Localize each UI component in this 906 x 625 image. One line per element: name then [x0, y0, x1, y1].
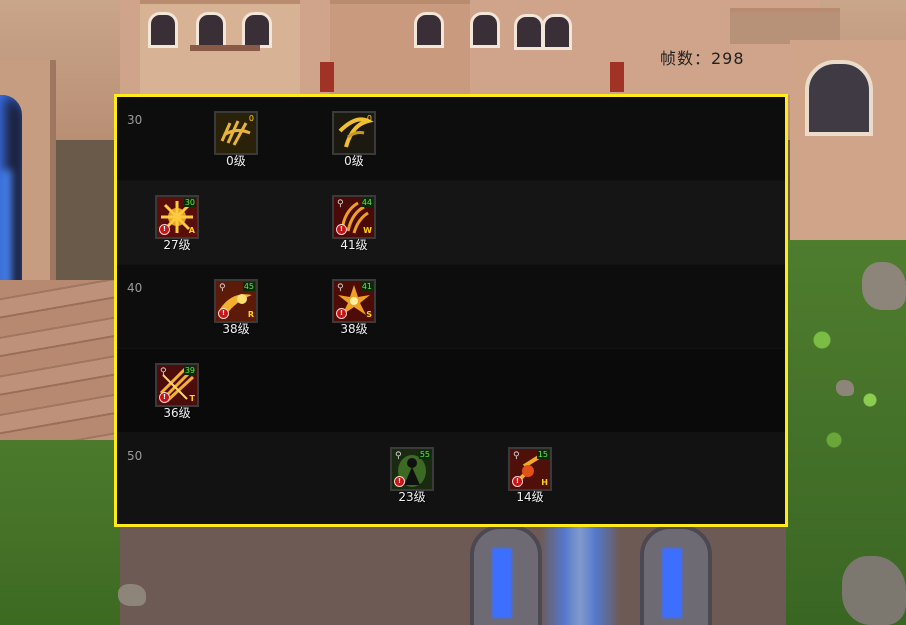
- fps-counter: 帧数：298: [660, 49, 745, 68]
- hotkey-label: H: [541, 478, 548, 487]
- row-level-label: 40: [127, 281, 143, 295]
- warning-icon: !: [159, 224, 170, 235]
- fire-strike-skill-icon: ⚲ 15 ! H: [508, 447, 552, 491]
- fire-wave-skill-icon: ⚲ 45 ! R: [214, 279, 258, 323]
- skill-slot[interactable]: ⚲ 41 ! S 38级: [332, 279, 376, 337]
- skill-level: 0级: [226, 154, 246, 168]
- claw-skill-icon: 0: [214, 111, 258, 155]
- skill-row: [117, 349, 785, 432]
- lock-icon: ⚲: [337, 199, 344, 209]
- skill-slot[interactable]: 0 0级: [214, 111, 258, 169]
- skill-level: 36级: [163, 406, 191, 420]
- skill-level: 38级: [222, 322, 250, 336]
- row-level-label: 30: [127, 113, 143, 127]
- row-level-label: 50: [127, 449, 143, 463]
- required-level: 41: [360, 282, 373, 291]
- warning-icon: !: [159, 392, 170, 403]
- skill-slot[interactable]: 0 0级: [332, 111, 376, 169]
- fire-blades-skill-icon: ⚲ 39 ! T: [155, 363, 199, 407]
- skill-row-50: 50: [117, 433, 785, 524]
- spirit-skill-icon: ⚲ 55 !: [390, 447, 434, 491]
- lock-icon: ⚲: [160, 367, 167, 377]
- skill-slot[interactable]: ⚲ 45 ! R 38级: [214, 279, 258, 337]
- required-level: 0: [248, 114, 254, 123]
- skill-level: 14级: [516, 490, 544, 504]
- required-level: 39: [183, 366, 196, 375]
- skill-level: 27级: [163, 238, 191, 252]
- hotkey-label: T: [189, 394, 195, 403]
- skill-level: 38级: [340, 322, 368, 336]
- lock-icon: ⚲: [513, 451, 520, 461]
- skill-level: 23级: [398, 490, 426, 504]
- hotkey-label: A: [188, 226, 195, 235]
- hotkey-label: R: [247, 310, 254, 319]
- required-level: 15: [536, 450, 549, 459]
- hotkey-label: S: [366, 310, 372, 319]
- warning-icon: !: [218, 308, 229, 319]
- lock-icon: ⚲: [219, 283, 226, 293]
- skill-slot[interactable]: 30 ! A 27级: [155, 195, 199, 253]
- required-level: 45: [242, 282, 255, 291]
- skill-slot[interactable]: ⚲ 39 ! T 36级: [155, 363, 199, 421]
- skill-row: [117, 181, 785, 264]
- lock-icon: ⚲: [395, 451, 402, 461]
- required-level: 44: [360, 198, 373, 207]
- warning-icon: !: [336, 224, 347, 235]
- skill-slot[interactable]: ⚲ 44 ! W 41级: [332, 195, 376, 253]
- fire-burst-skill-icon: 30 ! A: [155, 195, 199, 239]
- slash-skill-icon: 0: [332, 111, 376, 155]
- required-level: 30: [183, 198, 196, 207]
- warning-icon: !: [512, 476, 523, 487]
- skill-slot[interactable]: ⚲ 55 ! 23级: [390, 447, 434, 505]
- fire-explosion-skill-icon: ⚲ 41 ! S: [332, 279, 376, 323]
- lock-icon: ⚲: [337, 283, 344, 293]
- skill-level: 0级: [344, 154, 364, 168]
- fire-claw-skill-icon: ⚲ 44 ! W: [332, 195, 376, 239]
- skill-level: 41级: [340, 238, 368, 252]
- warning-icon: !: [394, 476, 405, 487]
- hotkey-label: W: [363, 226, 372, 235]
- warning-icon: !: [336, 308, 347, 319]
- required-level: 0: [366, 114, 372, 123]
- required-level: 55: [418, 450, 431, 459]
- skill-tree-panel: 30 40 50 0 0级 0 0级 30 ! A 27级 ⚲ 44 ! W 4…: [114, 94, 788, 527]
- skill-slot[interactable]: ⚲ 15 ! H 14级: [508, 447, 552, 505]
